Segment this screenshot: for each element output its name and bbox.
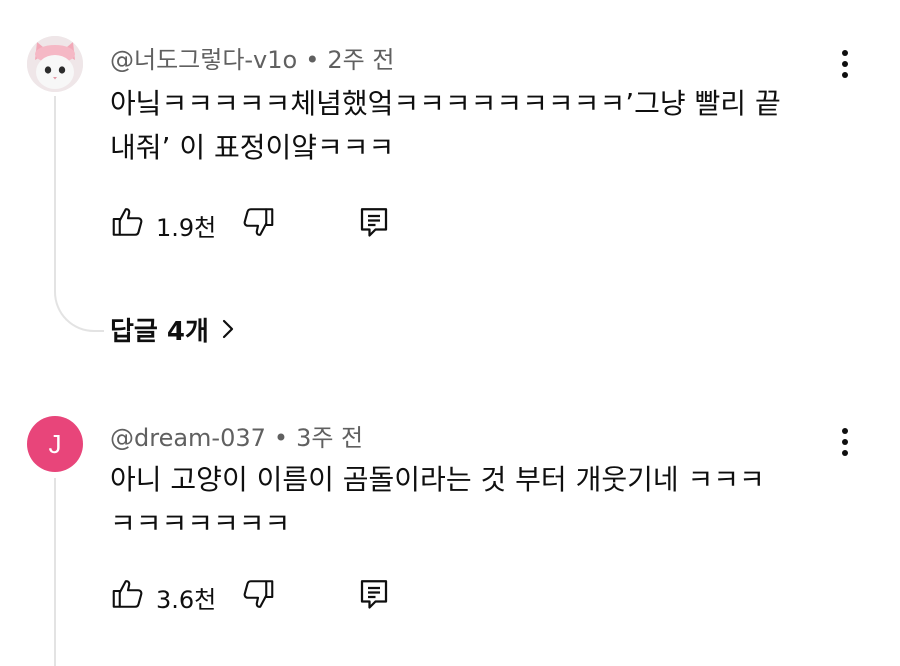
comment-text-line: 아닠ㅋㅋㅋㅋㅋ체념했엌ㅋㅋㅋㅋㅋㅋㅋㅋㅋ’그냥 빨리 끝 [110, 87, 781, 120]
comment-text-line: 내줘’ 이 표정이얔ㅋㅋㅋ [110, 131, 395, 164]
chevron-right-icon [219, 313, 237, 353]
comment-time[interactable]: 3주 전 [296, 424, 363, 452]
thread-line [54, 96, 56, 284]
reply-icon[interactable] [356, 576, 392, 616]
replies-count-label: 답글 4개 [110, 317, 209, 347]
comment-time[interactable]: 2주 전 [327, 46, 394, 74]
avatar[interactable]: J [27, 416, 83, 472]
comment-text: 아닠ㅋㅋㅋㅋㅋ체념했엌ㅋㅋㅋㅋㅋㅋㅋㅋㅋ’그냥 빨리 끝 내줘’ 이 표정이얔ㅋ… [110, 82, 840, 170]
replies-toggle-button[interactable]: 답글 4개 [110, 312, 237, 352]
author-name[interactable]: @dream-037 [110, 424, 266, 452]
comment-1: @너도그렇다-v1o • 2주 전 아닠ㅋㅋㅋㅋㅋ체념했엌ㅋㅋㅋㅋㅋㅋㅋㅋㅋ’그냥 … [0, 0, 900, 380]
cat-avatar-icon[interactable] [27, 36, 83, 92]
comment-meta: @dream-037 • 3주 전 [110, 418, 363, 453]
thumb-up-icon[interactable] [110, 204, 146, 244]
more-vertical-icon[interactable] [832, 46, 858, 86]
thread-line [54, 478, 56, 666]
comment-2: J @dream-037 • 3주 전 아니 고양이 이름이 곰돌이라는 것 부터 … [0, 400, 900, 666]
thumb-down-icon[interactable] [240, 204, 276, 244]
like-count: 1.9천 [156, 214, 217, 242]
thread-connector [54, 282, 104, 332]
author-name[interactable]: @너도그렇다-v1o [110, 46, 297, 74]
separator-dot: • [273, 424, 289, 452]
comment-text-line: 아니 고양이 이름이 곰돌이라는 것 부터 개웃기네 ㅋㅋㅋ [110, 463, 765, 496]
thumb-down-icon[interactable] [240, 576, 276, 616]
separator-dot: • [305, 46, 320, 74]
thumb-up-icon[interactable] [110, 576, 146, 616]
reply-icon[interactable] [356, 204, 392, 244]
comment-text-line: ㅋㅋㅋㅋㅋㅋㅋ [110, 507, 291, 540]
like-count: 3.6천 [156, 586, 217, 614]
comment-text: 아니 고양이 이름이 곰돌이라는 것 부터 개웃기네 ㅋㅋㅋ ㅋㅋㅋㅋㅋㅋㅋ [110, 458, 840, 546]
comment-meta: @너도그렇다-v1o • 2주 전 [110, 40, 394, 75]
